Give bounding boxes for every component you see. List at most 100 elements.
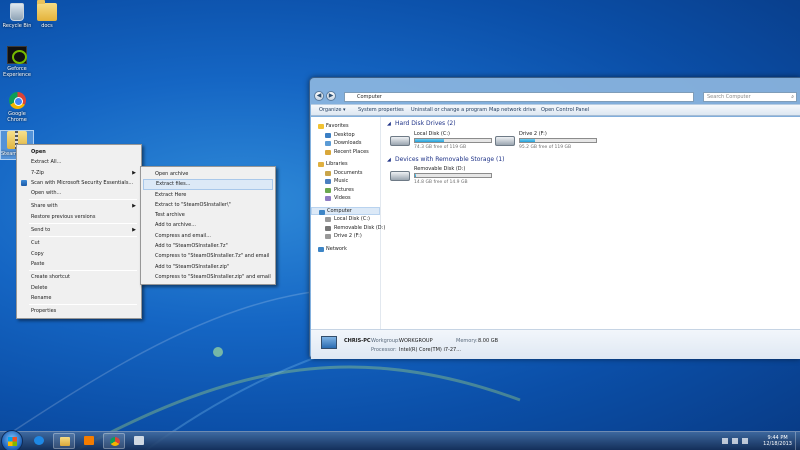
address-bar[interactable]: Computer [344, 92, 694, 102]
menu-item-send-to[interactable]: Send to ▶ [19, 225, 139, 235]
documents-icon [325, 170, 331, 176]
context-menu: Open Extract All... 7-Zip ▶ Scan with Mic… [16, 144, 142, 320]
removable-drive-icon [390, 171, 410, 181]
removable-drive-icon [325, 225, 331, 231]
memory-label: Memory: [456, 338, 478, 344]
menu-item-share-with[interactable]: Share with ▶ [19, 201, 139, 211]
search-input[interactable]: Search Computer ⌕ [703, 92, 797, 102]
taskbar-app[interactable] [128, 433, 150, 449]
hard-drive-icon [495, 136, 515, 146]
drive-tile[interactable]: Drive 2 (F:) 95.2 GB free of 119 GB [495, 131, 600, 155]
uninstall-program-button[interactable]: Uninstall or change a program [411, 105, 487, 116]
taskbar-ie[interactable] [28, 433, 50, 449]
menu-item-properties[interactable]: Properties [19, 306, 139, 316]
title-bar[interactable]: ◀ ▶ Computer Search Computer ⌕ [310, 78, 800, 102]
taskbar-media-player[interactable] [78, 433, 100, 449]
menu-item-extract-all[interactable]: Extract All... [19, 157, 139, 167]
menu-item-test-archive[interactable]: Test archive [143, 210, 273, 220]
organize-button[interactable]: Organize ▾ [319, 105, 346, 116]
forward-button[interactable]: ▶ [326, 91, 336, 101]
drive-free-space: 74.3 GB free of 119 GB [414, 145, 467, 150]
menu-item-open-with[interactable]: Open with... [19, 188, 139, 198]
tray-flag-icon[interactable] [722, 438, 728, 444]
computer-icon [321, 336, 337, 349]
menu-item-delete[interactable]: Delete [19, 283, 139, 293]
nav-videos[interactable]: Videos [311, 194, 380, 203]
nav-local-disk[interactable]: Local Disk (C:) [311, 215, 380, 224]
nav-computer[interactable]: Computer [311, 206, 380, 215]
system-properties-button[interactable]: System properties [358, 105, 404, 116]
tray-network-icon[interactable] [732, 438, 738, 444]
drive-usage-bar [414, 138, 492, 143]
drive-tile[interactable]: Removable Disk (D:) 14.8 GB free of 14.9… [390, 166, 495, 190]
nav-pictures[interactable]: Pictures [311, 186, 380, 195]
taskbar-chrome[interactable] [103, 433, 125, 449]
drive-usage-bar [414, 173, 492, 178]
tray-volume-icon[interactable] [742, 438, 748, 444]
nav-music[interactable]: Music [311, 177, 380, 186]
drive-icon [325, 217, 331, 222]
drive-usage-bar [519, 138, 597, 143]
menu-item-compress-zip-email[interactable]: Compress to "SteamOSInstaller.zip" and e… [143, 272, 273, 282]
group-header-removable[interactable]: ◢ Devices with Removable Storage (1) [387, 155, 687, 165]
menu-item-add-7z[interactable]: Add to "SteamOSInstaller.7z" [143, 241, 273, 251]
menu-item-rename[interactable]: Rename [19, 293, 139, 303]
workgroup-value: WORKGROUP [399, 338, 433, 344]
nav-network[interactable]: Network [311, 245, 380, 254]
menu-item-extract-files[interactable]: Extract files... [143, 179, 273, 190]
show-desktop-button[interactable] [795, 432, 800, 450]
nav-recent-places[interactable]: Recent Places [311, 148, 380, 157]
main-pane: ◢ Hard Disk Drives (2) Local Disk (C:) 74… [382, 117, 800, 329]
menu-item-compress-7z-email[interactable]: Compress to "SteamOSInstaller.7z" and em… [143, 251, 273, 261]
app-icon [134, 436, 144, 445]
menu-item-create-shortcut[interactable]: Create shortcut [19, 272, 139, 282]
explorer-folder-icon [60, 437, 70, 446]
taskbar-explorer[interactable] [53, 433, 75, 449]
group-header-hdd[interactable]: ◢ Hard Disk Drives (2) [387, 119, 800, 129]
pictures-icon [325, 187, 331, 193]
drive-name: Removable Disk (D:) [414, 166, 466, 172]
menu-item-paste[interactable]: Paste [19, 259, 139, 269]
map-network-drive-button[interactable]: Map network drive [489, 105, 536, 116]
drive-icon [325, 234, 331, 239]
nav-favorites[interactable]: Favorites [311, 122, 380, 131]
recycle-bin-icon [10, 3, 24, 21]
desktop-icon-label: docs [41, 23, 53, 29]
menu-item-7zip[interactable]: 7-Zip ▶ [19, 168, 139, 178]
menu-item-scan[interactable]: Scan with Microsoft Security Essentials.… [19, 178, 139, 188]
nav-libraries[interactable]: Libraries [311, 160, 380, 169]
menu-item-add-to-archive[interactable]: Add to archive... [143, 220, 273, 230]
drive-free-space: 14.8 GB free of 14.9 GB [414, 180, 468, 185]
desktop-icon-recycle-bin[interactable]: Recycle Bin [0, 3, 34, 29]
desktop-icon-chrome[interactable]: Google Chrome [0, 92, 34, 123]
menu-item-extract-here[interactable]: Extract Here [143, 190, 273, 200]
menu-item-add-zip[interactable]: Add to "SteamOSInstaller.zip" [143, 262, 273, 272]
clock[interactable]: 9:44 PM 12/18/2013 [763, 435, 792, 447]
explorer-content: Favorites Desktop Downloads Recent Place… [311, 117, 800, 329]
breadcrumb: Computer [357, 94, 382, 100]
music-icon [325, 179, 331, 184]
nav-drive-2[interactable]: Drive 2 (F:) [311, 232, 380, 241]
libraries-icon [318, 162, 324, 167]
nav-removable-disk[interactable]: Removable Disk (D:) [311, 224, 385, 233]
back-button[interactable]: ◀ [314, 91, 324, 101]
search-icon: ⌕ [791, 94, 794, 100]
nav-desktop[interactable]: Desktop [311, 131, 380, 140]
desktop-icon-geforce[interactable]: Geforce Experience [0, 46, 34, 78]
open-control-panel-button[interactable]: Open Control Panel [541, 105, 589, 116]
submenu-arrow-icon: ▶ [132, 203, 136, 210]
menu-item-compress-email[interactable]: Compress and email... [143, 231, 273, 241]
drive-tile[interactable]: Local Disk (C:) 74.3 GB free of 119 GB [390, 131, 495, 155]
processor-label: Processor: [371, 347, 397, 353]
videos-icon [325, 196, 331, 201]
menu-item-open-archive[interactable]: Open archive [143, 169, 273, 179]
menu-item-open[interactable]: Open [19, 147, 139, 157]
nav-documents[interactable]: Documents [311, 169, 380, 178]
menu-item-extract-to-folder[interactable]: Extract to "SteamOSInstaller\" [143, 200, 273, 210]
menu-item-cut[interactable]: Cut [19, 238, 139, 248]
menu-item-restore-versions[interactable]: Restore previous versions [19, 212, 139, 222]
desktop-icon-docs[interactable]: docs [30, 0, 64, 29]
nav-downloads[interactable]: Downloads [311, 139, 380, 148]
start-button[interactable] [1, 430, 23, 450]
menu-item-copy[interactable]: Copy [19, 249, 139, 259]
